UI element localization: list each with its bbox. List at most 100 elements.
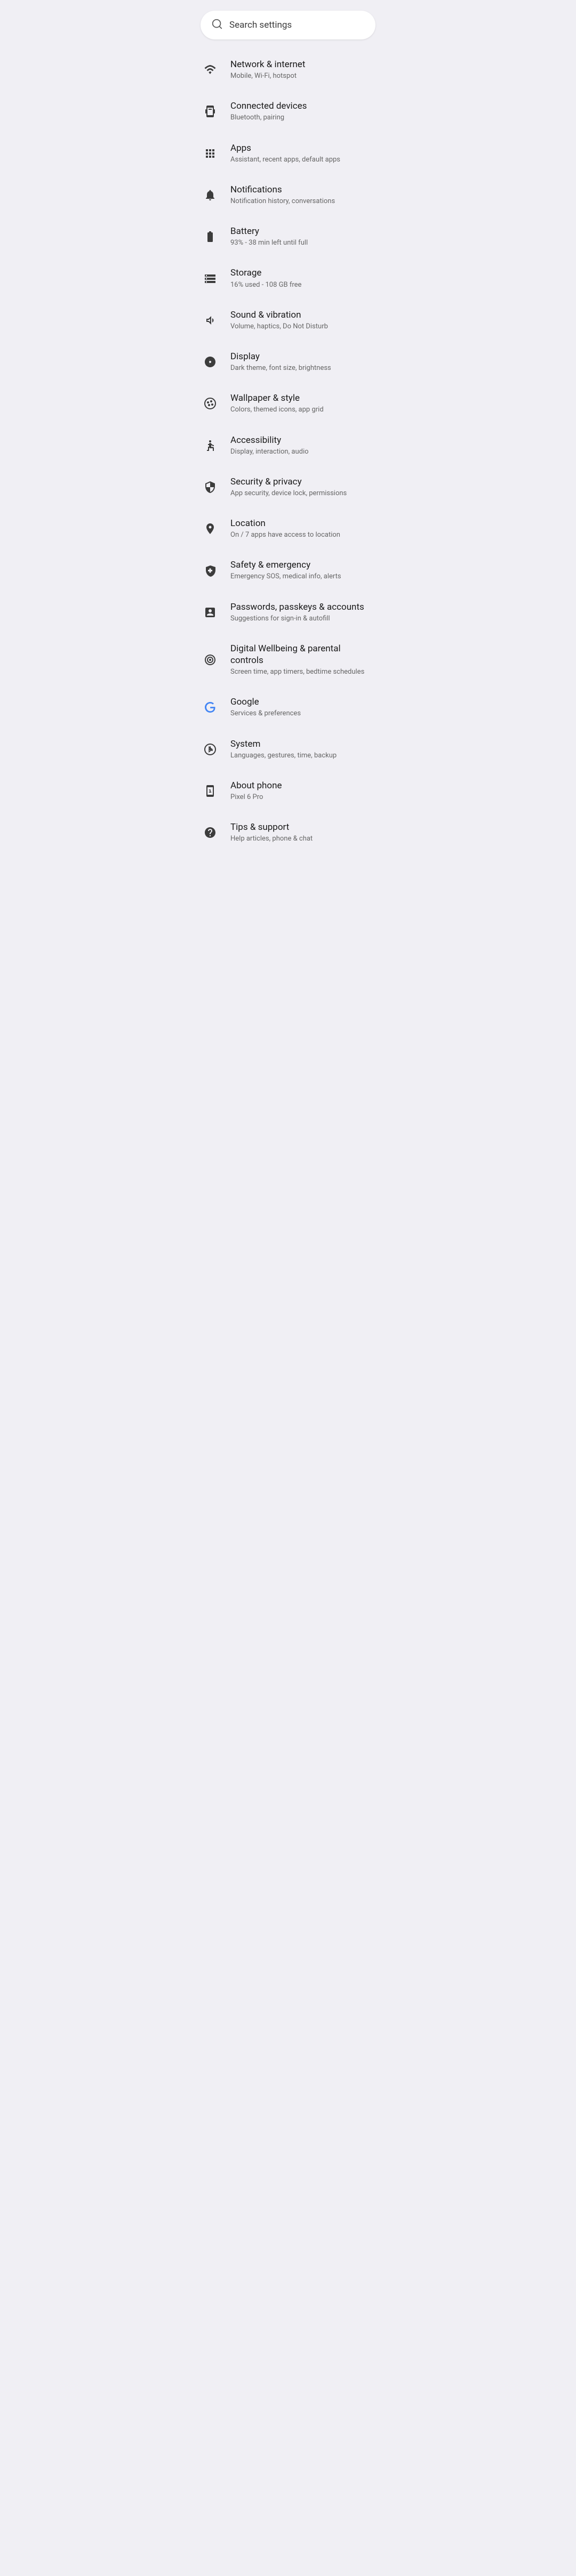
sidebar-item-storage[interactable]: Storage 16% used - 108 GB free [192,257,384,299]
google-title: Google [230,696,301,708]
display-text: Display Dark theme, font size, brightnes… [230,351,331,373]
accessibility-subtitle: Display, interaction, audio [230,447,309,457]
storage-icon [203,271,218,286]
google-text: Google Services & preferences [230,696,301,718]
storage-text: Storage 16% used - 108 GB free [230,267,301,289]
connected-text: Connected devices Bluetooth, pairing [230,100,307,123]
passwords-title: Passwords, passkeys & accounts [230,601,364,613]
sidebar-item-display[interactable]: Display Dark theme, font size, brightnes… [192,341,384,383]
apps-subtitle: Assistant, recent apps, default apps [230,155,340,165]
security-icon [203,480,218,495]
sidebar-item-passwords[interactable]: Passwords, passkeys & accounts Suggestio… [192,592,384,633]
notifications-subtitle: Notification history, conversations [230,197,335,206]
sidebar-item-connected-devices[interactable]: Connected devices Bluetooth, pairing [192,91,384,132]
connected-title: Connected devices [230,100,307,112]
safety-subtitle: Emergency SOS, medical info, alerts [230,572,341,582]
notifications-title: Notifications [230,184,335,196]
about-text: About phone Pixel 6 Pro [230,780,282,802]
security-subtitle: App security, device lock, permissions [230,489,347,498]
sidebar-item-network[interactable]: Network & internet Mobile, Wi-Fi, hotspo… [192,49,384,91]
display-title: Display [230,351,331,362]
wallpaper-subtitle: Colors, themed icons, app grid [230,405,324,415]
system-icon [203,742,218,757]
system-text: System Languages, gestures, time, backup [230,738,337,761]
security-text: Security & privacy App security, device … [230,476,347,498]
sidebar-item-location[interactable]: Location On / 7 apps have access to loca… [192,508,384,550]
wifi-icon [203,62,218,77]
safety-icon [203,563,218,578]
wallpaper-text: Wallpaper & style Colors, themed icons, … [230,392,324,415]
search-bar-container: Search settings [192,0,384,45]
location-text: Location On / 7 apps have access to loca… [230,518,340,540]
passwords-subtitle: Suggestions for sign-in & autofill [230,614,364,624]
apps-text: Apps Assistant, recent apps, default app… [230,142,340,165]
battery-icon [203,229,218,244]
wallpaper-icon [203,396,218,411]
sidebar-item-about[interactable]: About phone Pixel 6 Pro [192,770,384,812]
sidebar-item-tips[interactable]: Tips & support Help articles, phone & ch… [192,812,384,853]
passwords-icon [203,605,218,620]
sidebar-item-wallpaper[interactable]: Wallpaper & style Colors, themed icons, … [192,383,384,424]
sound-icon [203,313,218,328]
sound-title: Sound & vibration [230,309,328,321]
passwords-text: Passwords, passkeys & accounts Suggestio… [230,601,364,624]
sidebar-item-battery[interactable]: Battery 93% - 38 min left until full [192,216,384,257]
notifications-icon [203,188,218,203]
battery-text: Battery 93% - 38 min left until full [230,225,308,248]
sound-text: Sound & vibration Volume, haptics, Do No… [230,309,328,332]
network-text: Network & internet Mobile, Wi-Fi, hotspo… [230,59,305,81]
wellbeing-icon [203,652,218,667]
google-icon [203,700,218,715]
about-subtitle: Pixel 6 Pro [230,793,282,802]
storage-title: Storage [230,267,301,279]
sidebar-item-security[interactable]: Security & privacy App security, device … [192,466,384,508]
accessibility-text: Accessibility Display, interaction, audi… [230,434,309,457]
safety-text: Safety & emergency Emergency SOS, medica… [230,559,341,582]
network-subtitle: Mobile, Wi-Fi, hotspot [230,71,305,81]
apps-title: Apps [230,142,340,154]
notifications-text: Notifications Notification history, conv… [230,184,335,206]
security-title: Security & privacy [230,476,347,488]
sidebar-item-google[interactable]: Google Services & preferences [192,687,384,728]
sidebar-item-notifications[interactable]: Notifications Notification history, conv… [192,174,384,216]
sidebar-item-wellbeing[interactable]: Digital Wellbeing & parental controls Sc… [192,633,384,687]
storage-subtitle: 16% used - 108 GB free [230,280,301,290]
system-subtitle: Languages, gestures, time, backup [230,751,337,761]
tips-text: Tips & support Help articles, phone & ch… [230,821,313,844]
system-title: System [230,738,337,750]
network-title: Network & internet [230,59,305,70]
apps-icon [203,146,218,161]
accessibility-title: Accessibility [230,434,309,446]
location-subtitle: On / 7 apps have access to location [230,530,340,540]
safety-title: Safety & emergency [230,559,341,571]
about-icon [203,784,218,798]
search-icon [211,18,223,32]
about-title: About phone [230,780,282,792]
sound-subtitle: Volume, haptics, Do Not Disturb [230,322,328,332]
location-icon [203,521,218,536]
sidebar-item-sound[interactable]: Sound & vibration Volume, haptics, Do No… [192,300,384,341]
tips-subtitle: Help articles, phone & chat [230,834,313,844]
sidebar-item-accessibility[interactable]: Accessibility Display, interaction, audi… [192,425,384,466]
display-subtitle: Dark theme, font size, brightness [230,364,331,373]
wallpaper-title: Wallpaper & style [230,392,324,404]
wellbeing-text: Digital Wellbeing & parental controls Sc… [230,643,373,677]
location-title: Location [230,518,340,529]
sidebar-item-safety[interactable]: Safety & emergency Emergency SOS, medica… [192,550,384,591]
battery-title: Battery [230,225,308,237]
settings-list: Network & internet Mobile, Wi-Fi, hotspo… [192,45,384,858]
sidebar-item-system[interactable]: System Languages, gestures, time, backup [192,729,384,770]
search-placeholder: Search settings [229,20,292,30]
search-bar[interactable]: Search settings [201,11,375,39]
tips-icon [203,825,218,840]
google-subtitle: Services & preferences [230,709,301,718]
connected-subtitle: Bluetooth, pairing [230,113,307,123]
wellbeing-title: Digital Wellbeing & parental controls [230,643,373,666]
display-icon [203,354,218,369]
wellbeing-subtitle: Screen time, app timers, bedtime schedul… [230,667,373,677]
battery-subtitle: 93% - 38 min left until full [230,238,308,248]
tips-title: Tips & support [230,821,313,833]
accessibility-icon [203,438,218,453]
connected-icon [203,104,218,119]
sidebar-item-apps[interactable]: Apps Assistant, recent apps, default app… [192,133,384,174]
